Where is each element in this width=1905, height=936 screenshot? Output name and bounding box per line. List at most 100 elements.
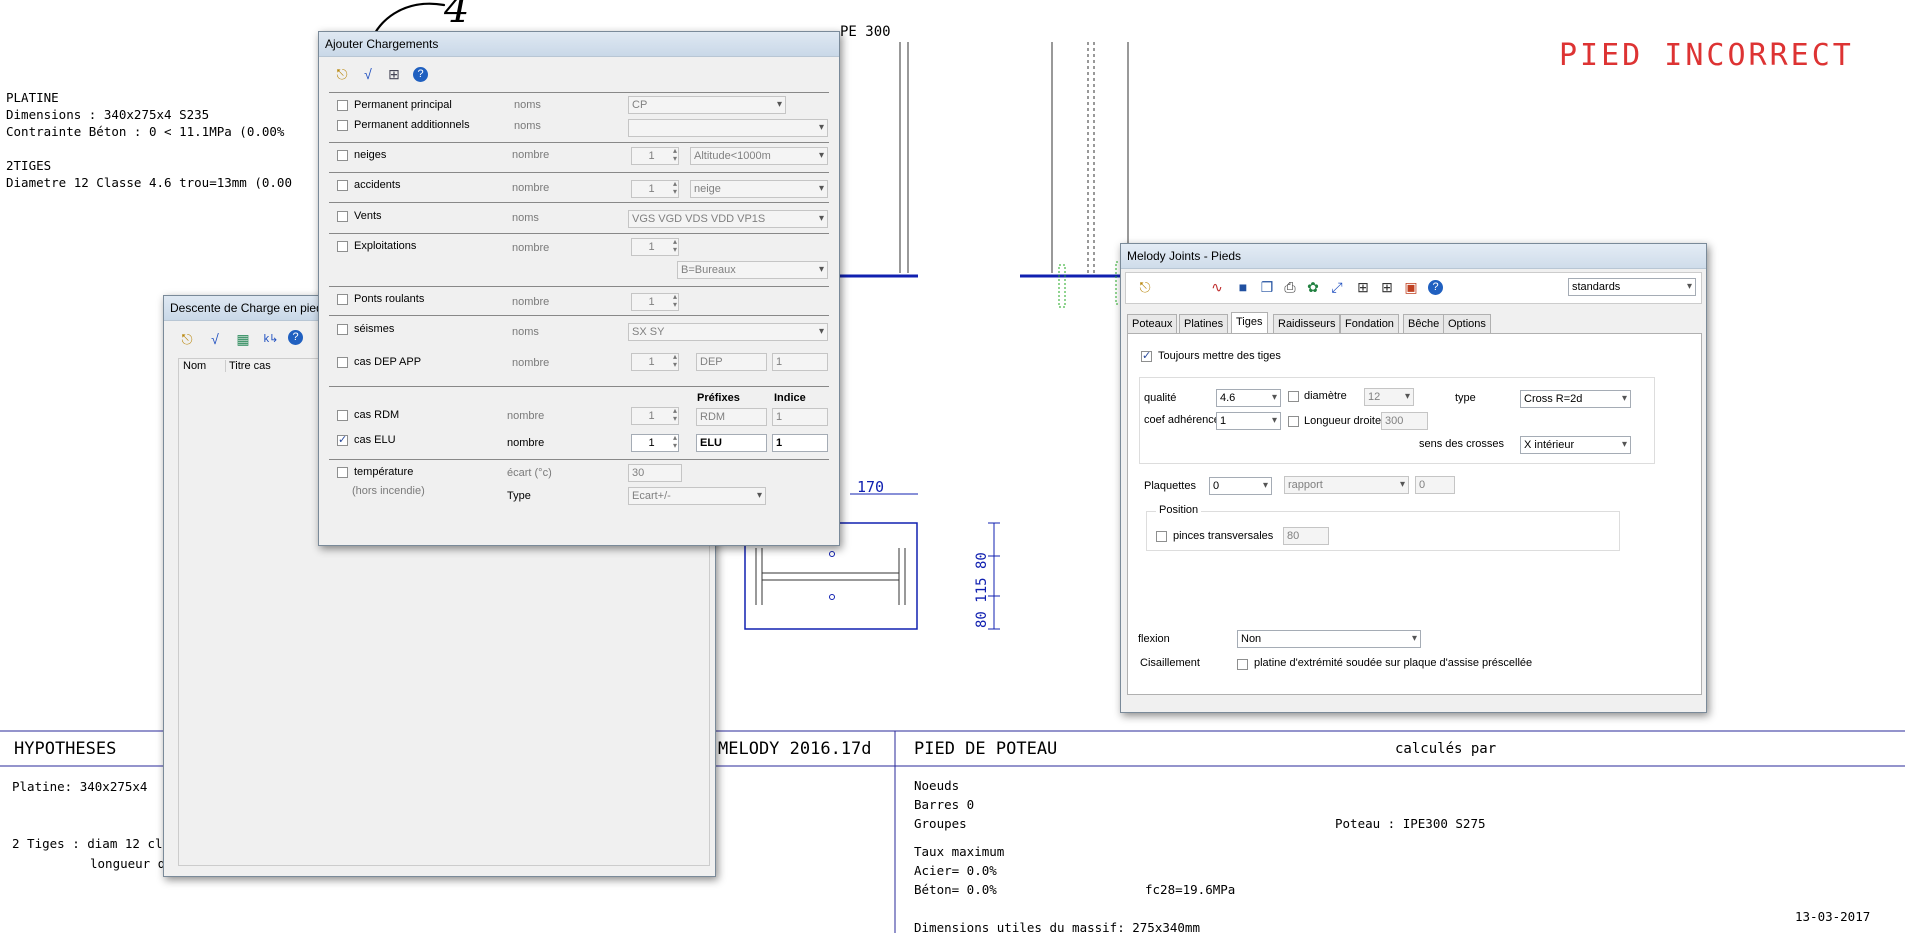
label-qualite: qualité: [1144, 392, 1177, 404]
tab-poteaux[interactable]: Poteaux: [1127, 314, 1178, 333]
tab-beche[interactable]: Bêche: [1403, 314, 1445, 333]
label-temperature: température: [354, 466, 414, 478]
color-icon[interactable]: ✿: [1304, 278, 1322, 296]
count-cas-rdm[interactable]: 1: [631, 407, 679, 425]
select-accidents[interactable]: neige: [690, 180, 828, 198]
melody-titlebar[interactable]: Melody Joints - Pieds: [1121, 244, 1706, 269]
select-exploitations[interactable]: B=Bureaux: [677, 261, 828, 279]
checkbox-accidents[interactable]: [337, 180, 348, 191]
label-sens-crosses: sens des crosses: [1419, 438, 1504, 450]
tab-platines[interactable]: Platines: [1179, 314, 1229, 333]
select-type[interactable]: Cross R=2d: [1520, 390, 1631, 408]
melody-window: Melody Joints - Pieds ⎋ ∿ ■ ❐ ⎙ ✿ ⤢ ⊞ ⊞ …: [1120, 243, 1707, 713]
label-pinces-transversales: pinces transversales: [1173, 530, 1274, 542]
exit-icon[interactable]: ⎋: [1136, 278, 1154, 296]
k-arrow-icon[interactable]: k↳: [262, 330, 280, 348]
checkbox-neiges[interactable]: [337, 150, 348, 161]
label-diametre: diamètre: [1304, 390, 1347, 402]
select-diametre[interactable]: 12: [1364, 388, 1414, 406]
index-elu[interactable]: 1: [772, 434, 828, 452]
select-plaquettes[interactable]: 0: [1209, 477, 1272, 495]
ajouter-title: Ajouter Chargements: [325, 37, 439, 51]
ecart-temperature[interactable]: 30: [628, 464, 682, 482]
label-position: Position: [1156, 504, 1202, 516]
index-rdm[interactable]: 1: [772, 408, 828, 426]
checkbox-permanent-additionnels[interactable]: [337, 120, 348, 131]
index-dep[interactable]: 1: [772, 353, 828, 371]
help-icon[interactable]: ?: [288, 330, 303, 345]
label-coef-adherence: coef adhérence: [1144, 414, 1220, 426]
tab-tiges[interactable]: Tiges: [1231, 312, 1268, 333]
input-pinces-transversales[interactable]: 80: [1283, 527, 1329, 545]
checkbox-permanent-principal[interactable]: [337, 100, 348, 111]
melody-title: Melody Joints - Pieds: [1127, 249, 1242, 263]
select-vents[interactable]: VGS VGD VDS VDD VP1S: [628, 210, 828, 228]
count-exploitations[interactable]: 1: [631, 238, 679, 256]
settings-icon[interactable]: ▣: [1402, 278, 1420, 296]
checkbox-ponts-roulants[interactable]: [337, 294, 348, 305]
tab-fondation[interactable]: Fondation: [1340, 314, 1399, 333]
exit-icon[interactable]: ⎋: [333, 65, 351, 83]
checkbox-exploitations[interactable]: [337, 241, 348, 252]
col-nom[interactable]: Nom: [183, 360, 226, 372]
select-permanent-additionnels[interactable]: [628, 119, 828, 137]
dim-170: 170: [857, 478, 885, 496]
select-flexion[interactable]: Non: [1237, 630, 1421, 648]
ajouter-titlebar[interactable]: Ajouter Chargements: [319, 32, 839, 57]
help-icon[interactable]: ?: [413, 67, 428, 82]
checkbox-temperature[interactable]: [337, 467, 348, 478]
count-cas-elu[interactable]: 1: [631, 434, 679, 452]
kind-ecart: écart (°c): [507, 467, 552, 479]
tab-options[interactable]: Options: [1443, 314, 1491, 333]
grid2-icon[interactable]: ⊞: [1378, 278, 1396, 296]
save-icon[interactable]: ■: [1234, 278, 1252, 296]
col-titre[interactable]: Titre cas: [229, 360, 271, 372]
sqrt-icon[interactable]: √: [206, 330, 224, 348]
copy-icon[interactable]: ❐: [1258, 278, 1276, 296]
wave-icon[interactable]: ∿: [1208, 278, 1226, 296]
checkbox-cas-dep-app[interactable]: [337, 357, 348, 368]
input-rapport[interactable]: 0: [1415, 476, 1455, 494]
checkbox-vents[interactable]: [337, 211, 348, 222]
exit-icon[interactable]: ⎋: [178, 330, 196, 348]
tab-raidisseurs[interactable]: Raidisseurs: [1273, 314, 1341, 333]
checkbox-cas-elu[interactable]: [337, 433, 348, 446]
count-ponts-roulants[interactable]: 1: [631, 293, 679, 311]
tiges-panel: Toujours mettre des tiges qualité 4.6 di…: [1127, 333, 1702, 695]
calculator-icon[interactable]: ▦: [234, 330, 252, 348]
select-rapport[interactable]: rapport: [1284, 476, 1409, 494]
count-cas-dep-app[interactable]: 1: [631, 353, 679, 371]
label-permanent-principal: Permanent principal: [354, 99, 452, 111]
checkbox-diametre[interactable]: [1288, 391, 1299, 402]
checkbox-seismes[interactable]: [337, 324, 348, 335]
select-preset[interactable]: standards: [1568, 278, 1696, 296]
checkbox-longueur-droite[interactable]: [1288, 416, 1299, 427]
select-permanent-principal[interactable]: CP: [628, 96, 786, 114]
label-hors-incendie: (hors incendie): [352, 485, 425, 497]
count-neiges[interactable]: 1: [631, 147, 679, 165]
checkbox-toujours-tiges[interactable]: [1141, 349, 1152, 362]
checkbox-cas-rdm[interactable]: [337, 410, 348, 421]
prefix-rdm[interactable]: RDM: [696, 408, 767, 426]
count-accidents[interactable]: 1: [631, 180, 679, 198]
label-cisaillement: Cisaillement: [1140, 657, 1200, 669]
grid-icon[interactable]: ⊞: [385, 65, 403, 83]
select-neiges[interactable]: Altitude<1000m: [690, 147, 828, 165]
checkbox-cisaillement[interactable]: [1237, 659, 1248, 670]
select-coef-adherence[interactable]: 1: [1216, 412, 1281, 430]
grid-icon[interactable]: ⊞: [1354, 278, 1372, 296]
input-longueur-droite[interactable]: 300: [1381, 412, 1428, 430]
prefix-elu[interactable]: ELU: [696, 434, 767, 452]
footer-dimensions: Dimensions utiles du massif: 275x340mm: [914, 920, 1200, 935]
footer-taux: Taux maximum: [914, 844, 1005, 859]
help-icon[interactable]: ?: [1428, 280, 1443, 295]
select-seismes[interactable]: SX SY: [628, 323, 828, 341]
axes-icon[interactable]: ⤢: [1328, 278, 1346, 296]
select-type-temperature[interactable]: Ecart+/-: [628, 487, 766, 505]
select-qualite[interactable]: 4.6: [1216, 389, 1281, 407]
sqrt-icon[interactable]: √: [359, 65, 377, 83]
checkbox-pinces-transversales[interactable]: [1156, 531, 1167, 542]
select-sens-crosses[interactable]: X intérieur: [1520, 436, 1631, 454]
prefix-dep[interactable]: DEP: [696, 353, 767, 371]
print-icon[interactable]: ⎙: [1281, 278, 1299, 296]
